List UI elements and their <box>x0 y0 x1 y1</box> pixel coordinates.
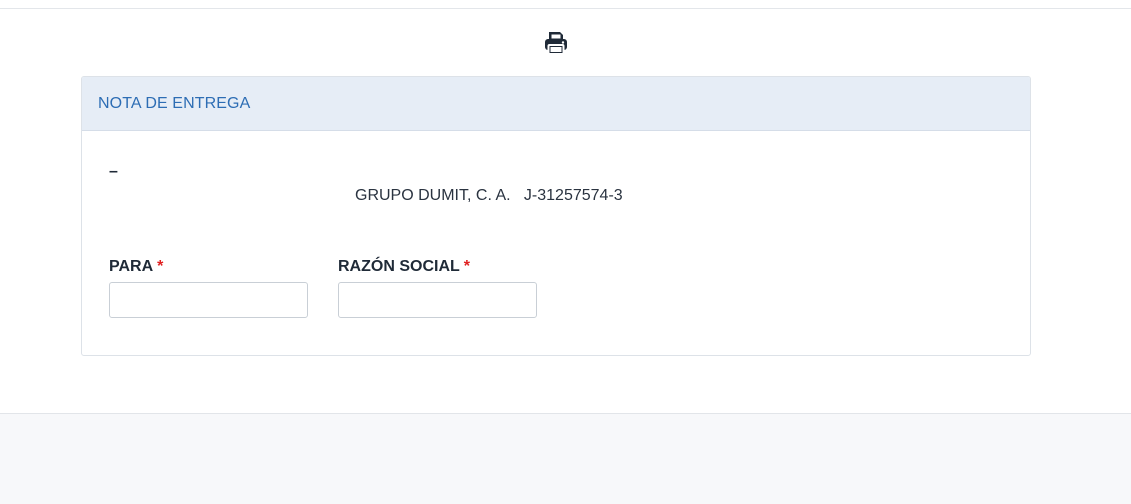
razon-social-input[interactable] <box>338 282 537 318</box>
razon-social-label: RAZÓN SOCIAL * <box>338 257 470 277</box>
delivery-note-card: NOTA DE ENTREGA – GRUPO DUMIT, C. A. J-3… <box>81 76 1031 356</box>
page-content: NOTA DE ENTREGA – GRUPO DUMIT, C. A. J-3… <box>0 0 1131 414</box>
company-info: GRUPO DUMIT, C. A. J-31257574-3 <box>355 187 623 205</box>
top-divider <box>0 8 1131 9</box>
razon-social-label-text: RAZÓN SOCIAL <box>338 258 460 275</box>
para-input[interactable] <box>109 282 308 318</box>
para-field: PARA * <box>109 257 308 318</box>
para-label-text: PARA <box>109 258 154 275</box>
card-title: NOTA DE ENTREGA <box>98 94 251 112</box>
para-label: PARA * <box>109 257 163 277</box>
required-mark: * <box>157 258 164 275</box>
razon-social-field: RAZÓN SOCIAL * <box>338 257 537 318</box>
card-header: NOTA DE ENTREGA <box>82 77 1030 131</box>
company-rif: J-31257574-3 <box>523 187 623 204</box>
required-mark: * <box>463 258 471 275</box>
print-button[interactable] <box>540 27 572 59</box>
print-icon <box>545 32 567 55</box>
company-name: GRUPO DUMIT, C. A. <box>355 187 511 204</box>
dash-text: – <box>109 163 118 180</box>
